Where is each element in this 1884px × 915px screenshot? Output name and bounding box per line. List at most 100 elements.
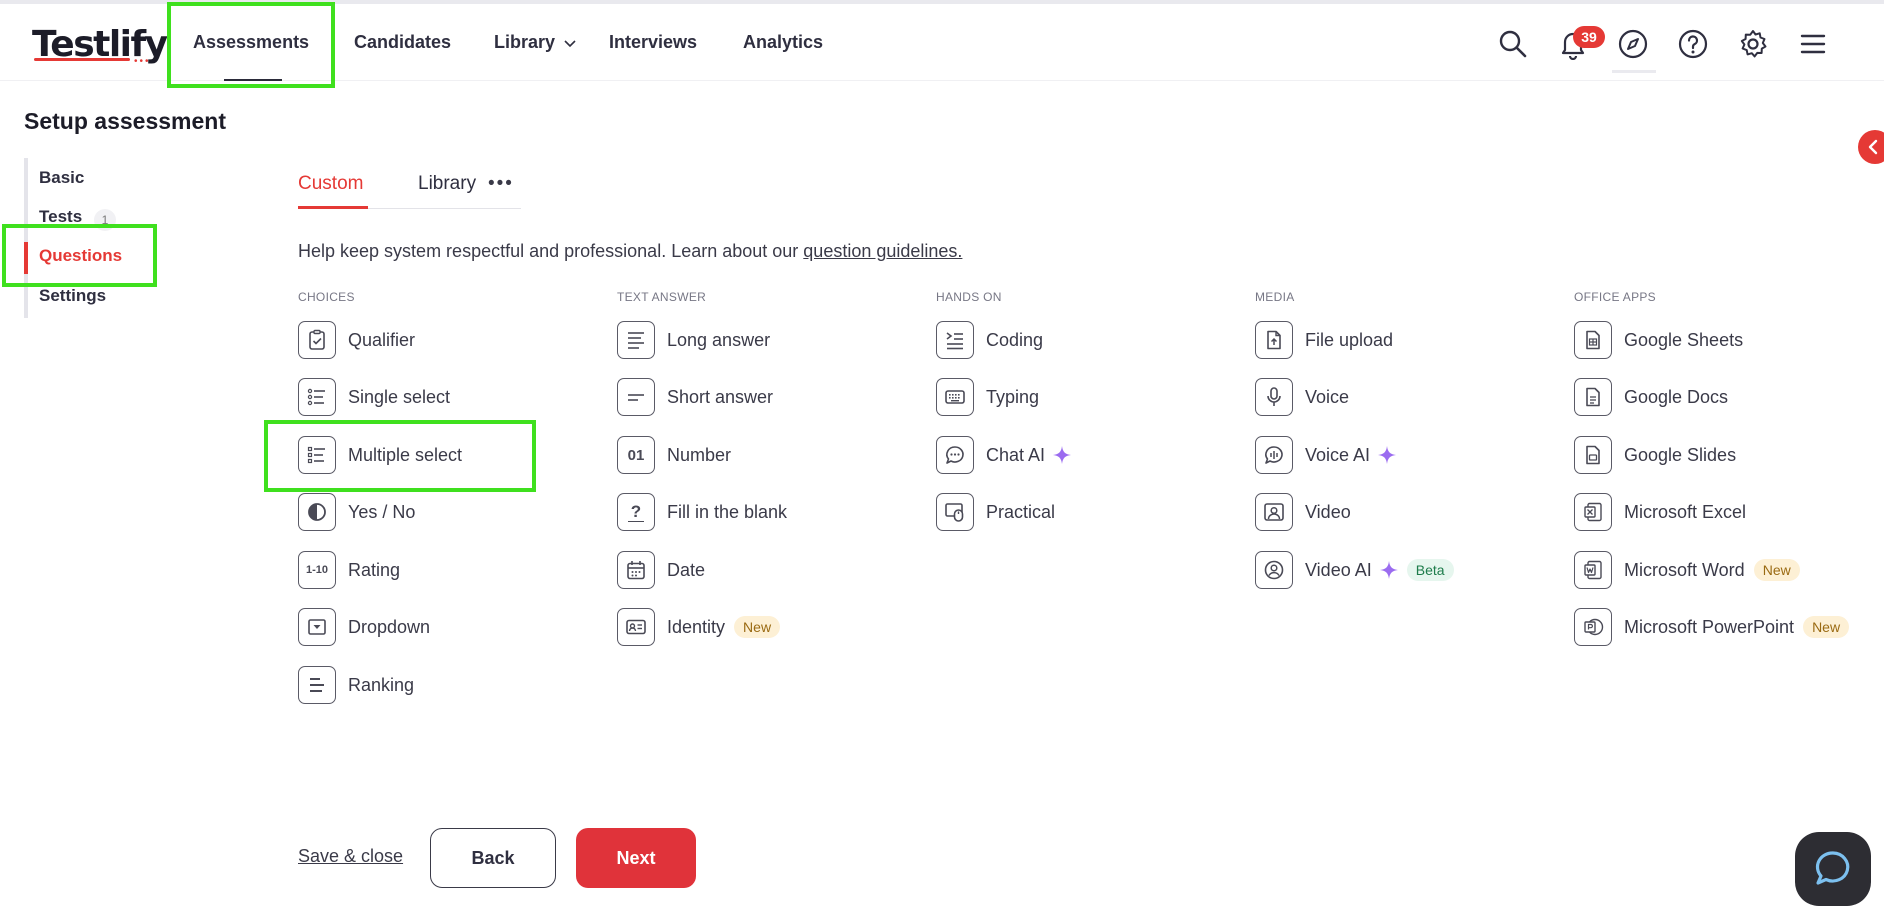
question-type-label: Coding (986, 329, 1044, 350)
calendar-icon (617, 551, 655, 589)
question-type-microsoft-word[interactable]: Microsoft Word New (1574, 550, 1800, 590)
half-circle-icon (298, 493, 336, 531)
presentation-icon (1574, 436, 1612, 474)
question-type-label: Ranking (348, 674, 415, 695)
question-type-practical[interactable]: Practical (936, 492, 1055, 532)
question-type-file-upload[interactable]: File upload (1255, 320, 1393, 360)
help-icon[interactable] (1677, 28, 1709, 60)
compass-icon[interactable] (1617, 28, 1649, 60)
question-type-date[interactable]: Date (617, 550, 705, 590)
step-active-indicator (24, 242, 28, 274)
back-button[interactable]: Back (430, 828, 556, 888)
nav-candidates[interactable]: Candidates (354, 32, 451, 53)
ai-sparkle-icon (1053, 446, 1072, 464)
question-type-fill-blank[interactable]: ? Fill in the blank (617, 492, 787, 532)
question-type-label: Qualifier (348, 329, 416, 350)
collapse-panel-button[interactable] (1858, 130, 1884, 164)
question-type-label: Fill in the blank (667, 501, 788, 522)
step-basic[interactable]: Basic (39, 168, 84, 188)
logo-dots: ••• (134, 56, 151, 67)
page-title: Setup assessment (24, 108, 226, 134)
step-tests[interactable]: Tests (39, 207, 82, 227)
question-type-identity[interactable]: Identity New (617, 607, 781, 647)
tab-custom[interactable]: Custom (298, 173, 363, 195)
question-type-label: Google Slides (1624, 444, 1737, 465)
video-ai-icon (1255, 551, 1293, 589)
question-type-google-slides[interactable]: Google Slides (1574, 435, 1736, 475)
gear-icon[interactable] (1737, 28, 1769, 60)
question-type-label: File upload (1305, 329, 1394, 350)
powerpoint-icon (1574, 608, 1612, 646)
next-button[interactable]: Next (576, 828, 696, 888)
new-badge: New (1803, 616, 1850, 638)
keyboard-icon (936, 378, 974, 416)
ranking-bars-icon (298, 666, 336, 704)
heading-media: MEDIA (1255, 290, 1295, 304)
question-type-typing[interactable]: Typing (936, 377, 1039, 417)
code-icon (936, 321, 974, 359)
dropdown-icon (298, 608, 336, 646)
question-type-label: Google Docs (1624, 386, 1729, 407)
nav-interviews[interactable]: Interviews (609, 32, 697, 53)
question-type-label: Identity (667, 616, 726, 637)
question-type-label: Date (667, 559, 706, 580)
chat-bubble-icon (1815, 851, 1850, 885)
nav-assessments[interactable]: Assessments (193, 32, 309, 53)
question-type-short-answer[interactable]: Short answer (617, 377, 773, 417)
nav-library[interactable]: Library (494, 32, 577, 53)
rating-scale-icon: 1-10 (298, 551, 336, 589)
question-type-coding[interactable]: Coding (936, 320, 1043, 360)
question-type-label: Video AI (1305, 559, 1372, 580)
clipboard-check-icon (298, 321, 336, 359)
question-type-long-answer[interactable]: Long answer (617, 320, 770, 360)
question-type-video[interactable]: Video (1255, 492, 1351, 532)
checklist-icon (298, 436, 336, 474)
question-type-google-sheets[interactable]: Google Sheets (1574, 320, 1743, 360)
question-guidelines-link[interactable]: question guidelines. (803, 241, 962, 261)
number-icon: 01 (617, 436, 655, 474)
step-settings[interactable]: Settings (39, 286, 106, 306)
question-type-microsoft-excel[interactable]: Microsoft Excel (1574, 492, 1746, 532)
menu-icon[interactable] (1797, 28, 1829, 60)
id-card-icon (617, 608, 655, 646)
question-type-yes-no[interactable]: Yes / No (298, 492, 415, 532)
heading-office-apps: OFFICE APPS (1574, 290, 1656, 304)
question-type-microsoft-powerpoint[interactable]: Microsoft PowerPoint New (1574, 607, 1850, 647)
question-type-dropdown[interactable]: Dropdown (298, 607, 430, 647)
notification-badge: 39 (1573, 26, 1605, 48)
question-type-rating[interactable]: 1-10 Rating (298, 550, 400, 590)
steps-rail (24, 158, 28, 318)
question-type-video-ai[interactable]: Video AI Beta (1255, 550, 1454, 590)
question-type-ranking[interactable]: Ranking (298, 665, 414, 705)
ai-sparkle-icon (1379, 561, 1398, 579)
heading-choices: CHOICES (298, 290, 355, 304)
question-type-multiple-select[interactable]: Multiple select (298, 435, 462, 475)
question-type-single-select[interactable]: Single select (298, 377, 450, 417)
question-type-label: Google Sheets (1624, 329, 1744, 350)
question-type-number[interactable]: 01 Number (617, 435, 731, 475)
support-chat-button[interactable] (1795, 832, 1871, 906)
question-type-label: Microsoft Excel (1624, 501, 1747, 522)
question-type-label: Voice AI (1305, 444, 1371, 465)
question-type-google-docs[interactable]: Google Docs (1574, 377, 1728, 417)
question-type-voice[interactable]: Voice (1255, 377, 1349, 417)
save-and-close-link[interactable]: Save & close (298, 846, 403, 867)
video-person-icon (1255, 493, 1293, 531)
question-type-voice-ai[interactable]: Voice AI (1255, 435, 1397, 475)
list-bullets-icon (298, 378, 336, 416)
heading-hands-on: HANDS ON (936, 290, 1002, 304)
chevron-left-icon (1868, 139, 1878, 155)
more-options-icon[interactable]: ••• (488, 173, 514, 195)
step-questions[interactable]: Questions (39, 246, 122, 266)
logo-underline (34, 58, 130, 61)
question-type-label: Multiple select (348, 444, 463, 465)
question-type-label: Practical (986, 501, 1056, 522)
question-type-label: Chat AI (986, 444, 1046, 465)
question-type-chat-ai[interactable]: Chat AI (936, 435, 1072, 475)
question-type-label: Dropdown (348, 616, 431, 637)
question-type-qualifier[interactable]: Qualifier (298, 320, 415, 360)
nav-analytics[interactable]: Analytics (743, 32, 823, 53)
tab-library[interactable]: Library (418, 173, 476, 195)
search-icon[interactable] (1497, 28, 1529, 60)
new-badge: New (1753, 559, 1800, 581)
